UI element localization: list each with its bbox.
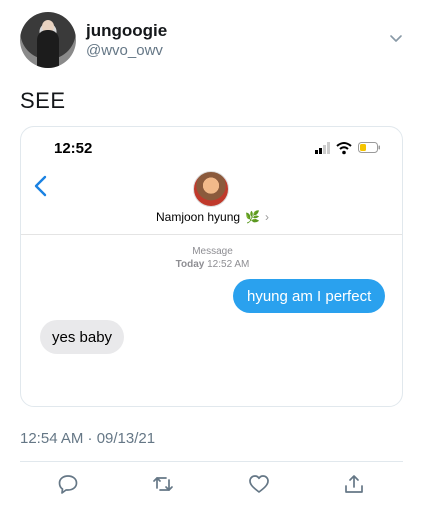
chevron-right-icon: › — [265, 210, 269, 224]
signal-icon — [315, 142, 330, 154]
tweet: jungoogie @wvo_owv SEE 12:52 Namjoon hyu… — [0, 0, 423, 507]
contact-name-row[interactable]: Namjoon hyung 🌿 › — [21, 210, 402, 224]
tweet-timestamp[interactable]: 12:54 AM · 09/13/21 — [20, 430, 155, 447]
retweet-icon[interactable] — [152, 473, 174, 495]
conversation-label: Message Today 12:52 AM — [21, 245, 402, 271]
chevron-down-icon[interactable] — [388, 30, 404, 46]
status-bar-time: 12:52 — [54, 140, 93, 157]
chevron-left-icon[interactable] — [33, 175, 49, 197]
contact-name: Namjoon hyung — [155, 210, 241, 224]
reply-icon[interactable] — [57, 473, 79, 495]
status-bar-icons — [313, 139, 383, 157]
tweet-text: SEE — [20, 88, 66, 113]
share-icon[interactable] — [343, 473, 365, 495]
tweet-media-screenshot[interactable]: 12:52 Namjoon hyung 🌿 › Message Today 12… — [20, 126, 403, 407]
wifi-icon — [336, 142, 352, 155]
leaf-icon: 🌿 — [245, 210, 260, 224]
user-handle[interactable]: @wvo_owv — [86, 42, 163, 59]
contact-avatar[interactable] — [193, 171, 229, 207]
divider — [20, 461, 403, 462]
outgoing-message-bubble: hyung am I perfect — [233, 279, 386, 313]
heart-icon[interactable] — [248, 473, 270, 495]
incoming-message-bubble: yes baby — [40, 320, 125, 354]
service-label: Message — [192, 246, 233, 257]
display-name[interactable]: jungoogie — [86, 21, 167, 41]
battery-icon — [358, 142, 380, 153]
date-label: Today 12:52 AM — [175, 259, 250, 270]
avatar[interactable] — [20, 12, 76, 68]
divider — [21, 234, 402, 235]
